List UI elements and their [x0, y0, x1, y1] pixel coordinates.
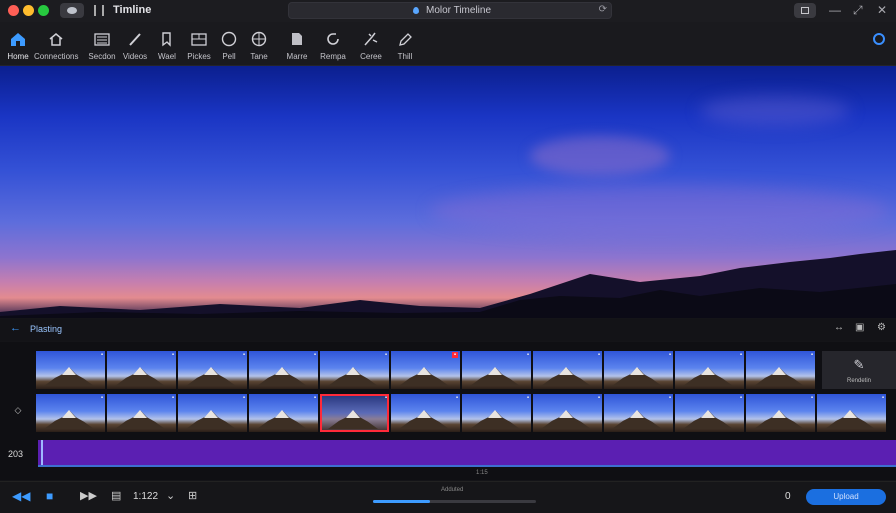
clip-thumbnail[interactable]: ▪	[675, 394, 744, 432]
circle-icon	[220, 31, 238, 47]
rewind-icon[interactable]: ◀◀	[12, 489, 30, 503]
mountain-silhouette	[0, 250, 896, 318]
clip-thumbnail[interactable]: ▪	[249, 351, 318, 389]
pen-icon	[126, 31, 144, 47]
audio-track[interactable]	[38, 440, 896, 467]
sync-icon[interactable]: ⟳	[599, 4, 607, 15]
fullscreen-icon[interactable]: ⤢	[853, 3, 863, 18]
progress-fill	[373, 500, 431, 503]
tool-label: Thill	[397, 52, 413, 61]
clip-thumbnail[interactable]: ▪	[817, 394, 886, 432]
status-circle-icon[interactable]	[873, 33, 885, 45]
timeline-center-label: 1:15	[476, 470, 488, 476]
clip-thumbnail[interactable]: ▪	[533, 394, 602, 432]
transport-bar: ◀◀ ■ ▶▶ ▤ 1:122 ⌄ ⊞ Adduted 0 Upload	[0, 481, 896, 513]
clip-icon[interactable]: ▤	[111, 489, 121, 502]
cloud	[430, 186, 890, 236]
home-icon	[9, 31, 27, 47]
video-track-2: ▪ ▪ ▪ ▪ ▪ ▪ ▪ ▪ ▪ ▪ ▪ ▪	[36, 394, 896, 432]
clip-thumbnail[interactable]: ▪	[320, 351, 389, 389]
tool-label: Connections	[34, 52, 79, 61]
track-number: 203	[8, 449, 24, 459]
clip-thumbnail[interactable]: ▪	[36, 351, 105, 389]
maximize-window-button[interactable]	[38, 5, 49, 16]
clip-thumbnail[interactable]: ▪	[107, 394, 176, 432]
grid-view-icon[interactable]: ⊞	[188, 489, 197, 502]
section-icon	[93, 31, 111, 47]
clip-thumbnail[interactable]: ▪	[36, 394, 105, 432]
grid-icon[interactable]: ▣	[855, 322, 864, 333]
back-arrow-icon[interactable]: ←	[10, 322, 21, 334]
clip-thumbnail[interactable]: ▪	[178, 351, 247, 389]
clip-thumbnail[interactable]: ▪	[462, 394, 531, 432]
track-diamond-icon[interactable]: ◇	[0, 405, 36, 416]
timeline-header: ← Plasting ↔ ▣ ⚙	[0, 319, 896, 341]
connections-icon	[47, 31, 65, 47]
globe-icon	[250, 31, 268, 47]
toolbar: Home Connections Secdon Videos Wael Pick…	[0, 22, 896, 66]
search-text: Molor Timeline	[426, 5, 492, 16]
clip-thumbnail[interactable]: ▪	[107, 351, 176, 389]
progress-bar[interactable]	[373, 500, 536, 503]
close-window-button[interactable]	[8, 5, 19, 16]
arrows-icon[interactable]: ↔	[834, 322, 844, 333]
video-track-1: ▪ ▪ ▪ ▪ ▪ ▪ ▪ ▪ ▪ ▪ ▪ ✎ Rendetin	[36, 351, 896, 389]
cloud	[700, 96, 850, 126]
app-icon	[94, 5, 104, 16]
sidebar-toggle-icon[interactable]	[794, 3, 816, 18]
tool-connections[interactable]: Connections	[34, 22, 78, 65]
clip-thumbnail-flagged[interactable]: ▪	[391, 351, 460, 389]
chevron-down-icon[interactable]: ⌄	[166, 489, 175, 502]
clip-thumbnail[interactable]: ▪	[604, 351, 673, 389]
search-field[interactable]: Molor Timeline ⟳	[288, 2, 612, 19]
clip-thumbnail[interactable]: ▪	[462, 351, 531, 389]
clip-thumbnail[interactable]: ▪	[675, 351, 744, 389]
video-preview[interactable]	[0, 66, 896, 318]
tool-thill[interactable]: Thill	[383, 22, 427, 65]
clip-thumbnail[interactable]: ▪	[746, 394, 815, 432]
minimize-window-button[interactable]	[23, 5, 34, 16]
pencil-icon	[396, 31, 414, 47]
clip-thumbnail[interactable]: ▪	[533, 351, 602, 389]
clip-thumbnail[interactable]: ▪	[178, 394, 247, 432]
effects-icon	[362, 31, 380, 47]
refresh-icon	[324, 31, 342, 47]
progress-label: Adduted	[441, 487, 464, 493]
drop-icon	[413, 7, 419, 14]
playhead[interactable]	[41, 440, 43, 465]
clip-thumbnail[interactable]: ▪	[249, 394, 318, 432]
bookmark-icon	[158, 31, 176, 47]
end-marker: 0	[785, 491, 791, 502]
effect-label: Rendetin	[846, 378, 872, 384]
effect-wand-icon: ✎	[853, 357, 865, 372]
title-bar: Timline Molor Timeline ⟳ — ⤢ ✕	[0, 0, 896, 23]
minimize-icon[interactable]: —	[829, 3, 841, 17]
effect-cell[interactable]: ✎ Rendetin	[822, 351, 896, 389]
clip-thumbnail-selected[interactable]: ▪	[320, 394, 389, 432]
document-icon	[288, 31, 306, 47]
settings-icon[interactable]: ⚙	[877, 322, 886, 333]
fast-forward-icon[interactable]: ▶▶	[80, 489, 97, 502]
eye-icon[interactable]	[60, 3, 84, 18]
clip-thumbnail[interactable]: ▪	[604, 394, 673, 432]
clip-thumbnail[interactable]: ▪	[746, 351, 815, 389]
timecode: 1:122	[133, 491, 159, 502]
window-title: Timline	[113, 4, 152, 16]
upload-button[interactable]: Upload	[806, 489, 886, 505]
close-icon[interactable]: ✕	[877, 3, 887, 17]
picture-icon	[190, 31, 208, 47]
timeline-title: Plasting	[30, 324, 63, 334]
play-icon[interactable]: ■	[46, 489, 53, 503]
clip-thumbnail[interactable]: ▪	[391, 394, 460, 432]
cloud	[530, 136, 670, 176]
